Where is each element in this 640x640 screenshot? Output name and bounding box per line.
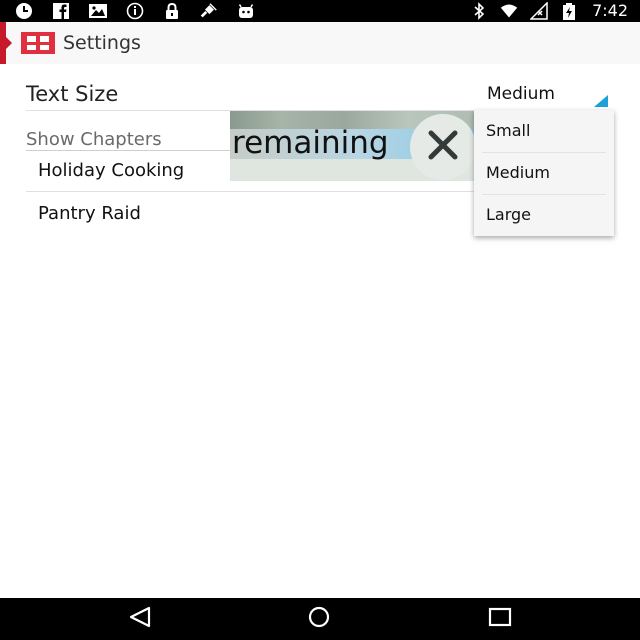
back-button[interactable] [126,606,154,632]
recents-button[interactable] [486,606,514,632]
close-overlay-button[interactable] [410,114,476,180]
spinner-dropdown-indicator[interactable] [594,95,608,107]
recents-icon [487,606,513,632]
home-button[interactable] [305,606,333,632]
app-logo-icon[interactable] [21,32,55,54]
bluetooth-icon [470,2,488,20]
close-icon [426,128,460,166]
home-icon [304,606,334,632]
back-icon [127,606,153,632]
dropdown-option-large[interactable]: Large [474,194,614,236]
photos-icon [88,2,108,20]
section-header-show-chapters: Show Chapters [26,129,162,150]
android-icon [236,2,256,20]
overlay-text: remaining [232,125,389,161]
navigation-bar [0,598,640,640]
chapter-item-pantry-raid[interactable]: Pantry Raid [38,203,141,224]
battery-charging-icon [560,2,578,20]
status-bar: 7:42 [0,0,640,22]
overlay-ad-image[interactable]: remaining [230,111,484,181]
text-size-dropdown: Small Medium Large [474,110,614,236]
info-icon [125,2,145,20]
clock-icon [14,2,34,20]
up-indicator[interactable] [0,22,12,64]
text-size-spinner-value[interactable]: Medium [487,84,555,104]
chapter-item-holiday-cooking[interactable]: Holiday Cooking [38,160,184,181]
wifi-icon [500,2,518,20]
status-right-icons: 7:42 [458,1,628,21]
lock-icon [162,2,182,20]
action-bar: Settings [0,22,640,64]
satellite-icon [199,2,219,20]
facebook-icon [51,2,71,20]
status-time: 7:42 [592,1,628,20]
status-left-icons [14,2,273,20]
text-size-label[interactable]: Text Size [26,82,118,106]
signal-icon [530,2,548,20]
page-title: Settings [63,32,141,54]
dropdown-option-small[interactable]: Small [474,110,614,152]
dropdown-option-medium[interactable]: Medium [474,152,614,194]
